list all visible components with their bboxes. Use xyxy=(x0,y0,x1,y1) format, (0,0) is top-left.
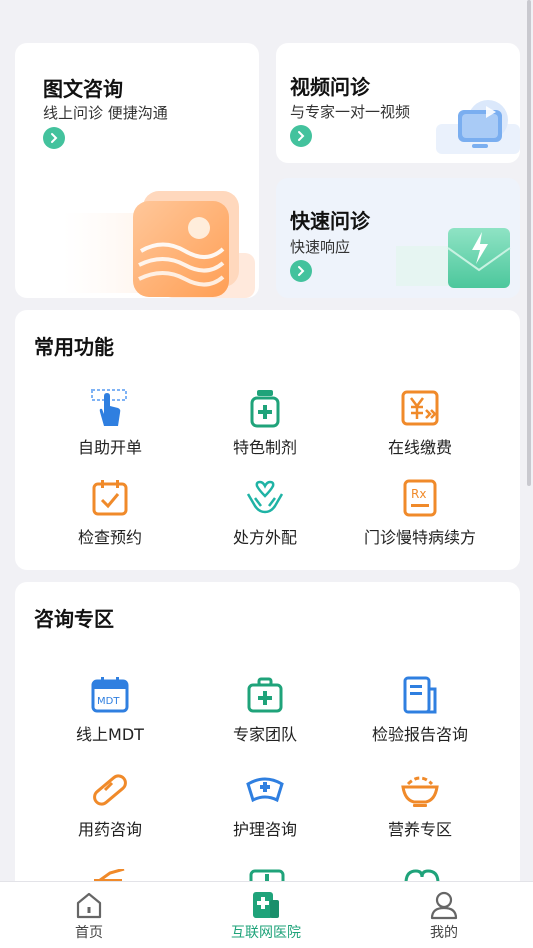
lightning-envelope-icon xyxy=(396,218,520,298)
tab-label: 我的 xyxy=(430,925,458,941)
tab-label: 首页 xyxy=(75,925,103,941)
report-document-icon xyxy=(400,675,440,715)
self-order-button[interactable]: 自助开单 xyxy=(30,388,190,458)
pill-icon xyxy=(90,770,130,810)
consult-zone-panel: 咨询专区 MDT 线上MDT 专家团队 检验报告咨询 用药咨询 护理咨询 营养专… xyxy=(15,582,520,881)
expert-team-button[interactable]: 专家团队 xyxy=(185,675,345,745)
lab-report-consult-button[interactable]: 检验报告咨询 xyxy=(340,675,500,745)
video-monitor-icon xyxy=(426,98,520,163)
nutrition-bowl-icon xyxy=(400,770,440,810)
partial-row-icon xyxy=(247,868,287,881)
exam-appointment-button[interactable]: 检查预约 xyxy=(30,478,190,548)
medicine-bottle-icon xyxy=(245,388,285,428)
graphic-consult-subtitle: 线上问诊 便捷沟通 xyxy=(43,104,168,122)
home-icon xyxy=(74,890,104,920)
tab-home[interactable]: 首页 xyxy=(29,890,149,942)
function-label: 检查预约 xyxy=(77,528,142,547)
nurse-cap-icon xyxy=(245,770,285,810)
consult-zone-title: 咨询专区 xyxy=(34,607,114,631)
chevron-right-icon[interactable] xyxy=(290,260,312,282)
function-label: 处方外配 xyxy=(232,528,297,547)
medication-consult-button[interactable]: 用药咨询 xyxy=(30,770,190,840)
nutrition-zone-button[interactable]: 营养专区 xyxy=(340,770,500,840)
prescription-external-button[interactable]: 处方外配 xyxy=(185,478,345,548)
calendar-check-icon xyxy=(90,478,130,518)
hand-pointer-icon xyxy=(90,388,130,428)
main-scroll-area[interactable]: 图文咨询 线上问诊 便捷沟通 视频问诊 与专家一对一视频 快速问诊 快速响应 常… xyxy=(0,0,533,881)
chevron-right-icon[interactable] xyxy=(290,125,312,147)
online-mdt-button[interactable]: MDT 线上MDT xyxy=(30,675,190,745)
user-icon xyxy=(429,890,459,920)
medical-kit-icon xyxy=(245,675,285,715)
function-label: 门诊慢特病续方 xyxy=(363,528,476,547)
chevron-right-icon[interactable] xyxy=(43,127,65,149)
function-label: 营养专区 xyxy=(387,820,452,839)
function-label: 线上MDT xyxy=(76,725,144,744)
mdt-badge-text: MDT xyxy=(97,696,120,707)
tab-mine[interactable]: 我的 xyxy=(384,890,504,942)
tab-internet-hospital[interactable]: 互联网医院 xyxy=(206,890,326,942)
online-payment-button[interactable]: 在线缴费 xyxy=(340,388,500,458)
special-preparation-button[interactable]: 特色制剂 xyxy=(185,388,345,458)
function-label: 专家团队 xyxy=(232,725,297,744)
mdt-calendar-icon: MDT xyxy=(90,675,130,715)
yuan-payment-icon xyxy=(400,388,440,428)
prescription-icon: Rx xyxy=(400,478,440,518)
partial-row-icon xyxy=(402,868,442,881)
scrollbar[interactable] xyxy=(527,0,531,486)
video-consult-subtitle: 与专家一对一视频 xyxy=(290,103,411,121)
chronic-disease-renewal-button[interactable]: Rx 门诊慢特病续方 xyxy=(340,478,500,548)
function-label: 在线缴费 xyxy=(387,438,452,457)
tab-label: 互联网医院 xyxy=(231,925,301,941)
function-label: 护理咨询 xyxy=(232,820,297,839)
function-label: 检验报告咨询 xyxy=(371,725,468,744)
nursing-consult-button[interactable]: 护理咨询 xyxy=(185,770,345,840)
fast-consult-card[interactable]: 快速问诊 快速响应 xyxy=(276,178,520,298)
graphic-consult-title: 图文咨询 xyxy=(43,77,123,101)
hospital-plus-icon xyxy=(251,890,281,920)
svg-text:Rx: Rx xyxy=(411,487,426,501)
partial-row-icon xyxy=(90,868,130,881)
function-label: 自助开单 xyxy=(77,438,142,457)
hands-heart-icon xyxy=(245,478,285,518)
video-consult-card[interactable]: 视频问诊 与专家一对一视频 xyxy=(276,43,520,163)
bottom-tab-bar: 首页 互联网医院 我的 xyxy=(0,881,533,948)
function-label: 用药咨询 xyxy=(77,820,142,839)
function-label: 特色制剂 xyxy=(232,438,297,457)
video-consult-title: 视频问诊 xyxy=(290,75,370,99)
common-functions-title: 常用功能 xyxy=(34,335,114,359)
common-functions-panel: 常用功能 自助开单 特色制剂 在线缴费 检查预约 处方外配 Rx 门诊慢特病续方 xyxy=(15,310,520,570)
fast-consult-title: 快速问诊 xyxy=(290,209,370,233)
image-gallery-icon xyxy=(63,183,259,298)
fast-consult-subtitle: 快速响应 xyxy=(290,238,351,256)
graphic-consult-card[interactable]: 图文咨询 线上问诊 便捷沟通 xyxy=(15,43,259,298)
